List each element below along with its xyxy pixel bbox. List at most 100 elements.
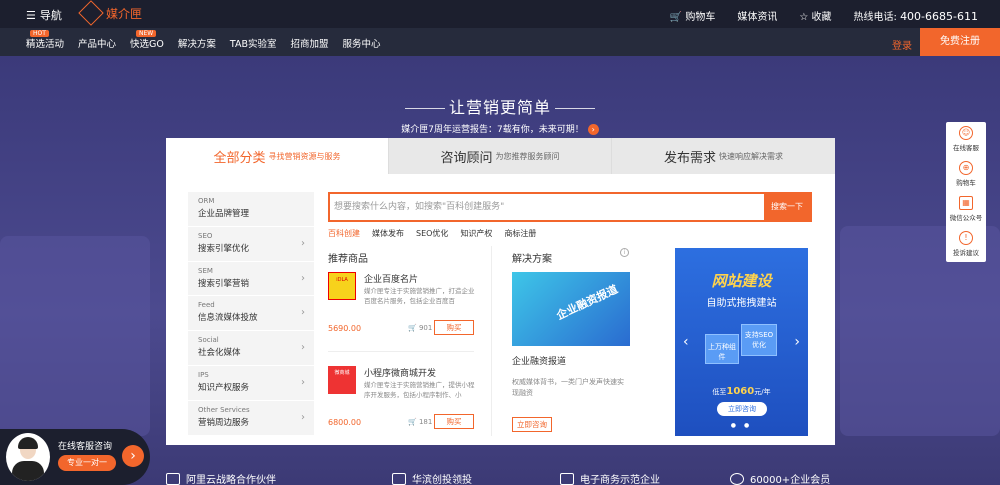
chevron-right-icon: › bbox=[301, 307, 305, 319]
banner-chip: 支持SEO优化 bbox=[741, 324, 777, 356]
hot-tag[interactable]: 知识产权 bbox=[460, 228, 492, 239]
divider bbox=[491, 246, 492, 436]
category-item-feed[interactable]: Feed 信息流媒体投放 › bbox=[188, 296, 314, 332]
buy-button[interactable]: 购买 bbox=[434, 414, 474, 429]
hot-tag[interactable]: SEO优化 bbox=[416, 228, 448, 239]
tab-all-categories[interactable]: 全部分类 寻找营销资源与服务 bbox=[166, 138, 388, 174]
partner-strip: 阿里云战略合作伙伴 华滨创投领投 电子商务示范企业 60000+企业会员 bbox=[0, 470, 1000, 485]
solution-image[interactable]: 企业融资报道 bbox=[512, 272, 630, 346]
hot-badge: HOT bbox=[30, 30, 49, 37]
tab-sub: 快速响应解决需求 bbox=[719, 151, 783, 161]
partner-item: 阿里云战略合作伙伴 bbox=[166, 471, 276, 485]
member-icon bbox=[730, 472, 744, 485]
cart-link[interactable]: 🛒 购物车 bbox=[670, 8, 716, 23]
chevron-right-icon: › bbox=[301, 237, 305, 249]
category-zh: 社会化媒体 bbox=[198, 348, 241, 359]
tab-sub: 寻找营销资源与服务 bbox=[268, 151, 341, 161]
info-icon[interactable]: i bbox=[620, 248, 629, 257]
category-item-other[interactable]: Other Services 营销周边服务 › bbox=[188, 401, 314, 436]
tab-label: 发布需求 bbox=[663, 150, 716, 166]
hot-tag[interactable]: 商标注册 bbox=[504, 228, 536, 239]
nav-item-quickgo[interactable]: 快选GO NEW bbox=[130, 30, 164, 50]
logo-icon bbox=[78, 0, 104, 26]
category-item-social[interactable]: Social 社会化媒体 › bbox=[188, 331, 314, 366]
product-sales: 🛒 181 bbox=[408, 418, 432, 426]
price-prefix: 低至 bbox=[712, 388, 727, 396]
carousel-dots[interactable]: ● ● bbox=[675, 422, 808, 429]
website-build-banner[interactable]: 网站建设 自助式拖拽建站 上万种组件 支持SEO优化 ‹ › 低至1060元/年… bbox=[675, 248, 808, 436]
partner-label: 电子商务示范企业 bbox=[580, 475, 660, 485]
category-list: ORM 企业品牌管理 SEO 搜索引擎优化 › SEM 搜索引擎营销 › Feed 信息流媒… bbox=[188, 192, 314, 436]
nav-item-activities[interactable]: 精选活动 HOT bbox=[26, 30, 65, 50]
sidebar-item-feedback[interactable]: ! 投诉建议 bbox=[946, 227, 986, 262]
top-bar: ☰ 导航 媒介匣 🛒 购物车 媒体资讯 ☆ 收藏 热线电话: 400-6685-… bbox=[0, 0, 1000, 28]
nav-item-tab-lab[interactable]: TAB实验室 bbox=[230, 36, 277, 50]
buy-button[interactable]: 购买 bbox=[434, 320, 474, 335]
sales-count: 901 bbox=[418, 324, 433, 332]
category-item-seo[interactable]: SEO 搜索引擎优化 › bbox=[188, 227, 314, 262]
sidebar-item-cart[interactable]: ⊕ 购物车 bbox=[946, 157, 986, 192]
nav-toggle-label: 导航 bbox=[39, 9, 62, 22]
windows-icon bbox=[560, 472, 574, 485]
product-price: 6800.00 bbox=[328, 418, 362, 427]
category-en: SEM bbox=[198, 266, 213, 275]
nav-item-service[interactable]: 服务中心 bbox=[343, 36, 381, 50]
tab-consultant[interactable]: 咨询顾问 为您推荐服务顾问 bbox=[388, 138, 611, 174]
register-button[interactable]: 免费注册 bbox=[920, 28, 1000, 56]
banner-consult-button[interactable]: 立即咨询 bbox=[717, 402, 767, 416]
category-item-sem[interactable]: SEM 搜索引擎营销 › bbox=[188, 262, 314, 297]
service-panel: 全部分类 寻找营销资源与服务 咨询顾问 为您推荐服务顾问 发布需求 快速响应解决需求 … bbox=[166, 138, 835, 445]
tab-sub: 为您推荐服务顾问 bbox=[495, 151, 560, 161]
category-en: Social bbox=[198, 336, 219, 345]
consult-button[interactable]: 立即咨询 bbox=[512, 417, 552, 432]
nav-item-label: 快选GO bbox=[130, 39, 164, 50]
sidebar-item-online-service[interactable]: ☺ 在线客服 bbox=[946, 122, 986, 157]
nav-toggle[interactable]: ☰ 导航 bbox=[26, 7, 62, 23]
headset-icon: ☺ bbox=[959, 126, 973, 140]
nav-item-solutions[interactable]: 解决方案 bbox=[178, 36, 216, 50]
chevron-right-icon: › bbox=[301, 272, 305, 284]
tab-label: 全部分类 bbox=[213, 150, 266, 166]
partner-item: 电子商务示范企业 bbox=[560, 471, 660, 485]
category-item-orm[interactable]: ORM 企业品牌管理 bbox=[188, 192, 314, 227]
category-en: ORM bbox=[198, 197, 215, 205]
star-icon: ☆ bbox=[799, 12, 809, 23]
right-sidebar: ☺ 在线客服 ⊕ 购物车 ▦ 微信公众号 ! 投诉建议 bbox=[946, 122, 986, 262]
nav-item-franchise[interactable]: 招商加盟 bbox=[290, 36, 328, 50]
tab-post-demand[interactable]: 发布需求 快速响应解决需求 bbox=[611, 138, 835, 174]
news-link[interactable]: 媒体资讯 bbox=[737, 8, 777, 23]
chat-button[interactable]: 专业一对一 bbox=[58, 455, 116, 471]
hero-title: 让营销更简单 bbox=[0, 94, 1000, 118]
sidebar-label: 在线客服 bbox=[953, 144, 979, 152]
sidebar-item-wechat[interactable]: ▦ 微信公众号 bbox=[946, 192, 986, 227]
cart-icon: 🛒 bbox=[669, 12, 683, 23]
login-link[interactable]: 登录 bbox=[892, 37, 912, 52]
hero-subtitle[interactable]: 媒介匣7周年运营报告：7载有你，未来可期！ › bbox=[0, 122, 1000, 135]
nav-item-label: 精选活动 bbox=[26, 39, 65, 50]
category-item-ips[interactable]: IPS 知识产权服务 › bbox=[188, 366, 314, 401]
favorite-link[interactable]: ☆ 收藏 bbox=[799, 8, 831, 23]
category-zh: 知识产权服务 bbox=[198, 382, 250, 393]
search-button[interactable]: 搜索一下 bbox=[764, 194, 810, 220]
nav-item-products[interactable]: 产品中心 bbox=[78, 36, 116, 50]
hero-title-text: 让营销更简单 bbox=[448, 98, 551, 117]
price-suffix: 元/年 bbox=[754, 388, 771, 396]
chevron-left-icon[interactable]: ‹ bbox=[683, 334, 689, 350]
favorite-label: 收藏 bbox=[811, 12, 832, 23]
chevron-right-icon[interactable]: › bbox=[122, 445, 144, 467]
divider-line bbox=[404, 108, 445, 109]
arrow-right-icon[interactable]: › bbox=[587, 124, 599, 135]
logo-text: 媒介匣 bbox=[106, 6, 143, 21]
main-nav: 精选活动 HOT 产品中心 快选GO NEW 解决方案 TAB实验室 招商加盟 服务… bbox=[0, 28, 1000, 56]
cart-label: 购物车 bbox=[685, 12, 716, 23]
divider bbox=[328, 351, 474, 352]
divider-line bbox=[555, 108, 595, 109]
hot-tag[interactable]: 百科创建 bbox=[328, 228, 360, 239]
logo[interactable]: 媒介匣 bbox=[78, 0, 143, 26]
chevron-right-icon[interactable]: › bbox=[794, 334, 800, 350]
search-input[interactable] bbox=[330, 194, 766, 220]
hot-tag[interactable]: 媒体发布 bbox=[372, 228, 404, 239]
banner-price: 低至1060元/年 bbox=[675, 386, 808, 397]
banner-title: 网站建设 bbox=[711, 272, 772, 290]
hotline-number: 400-6685-611 bbox=[900, 10, 978, 23]
